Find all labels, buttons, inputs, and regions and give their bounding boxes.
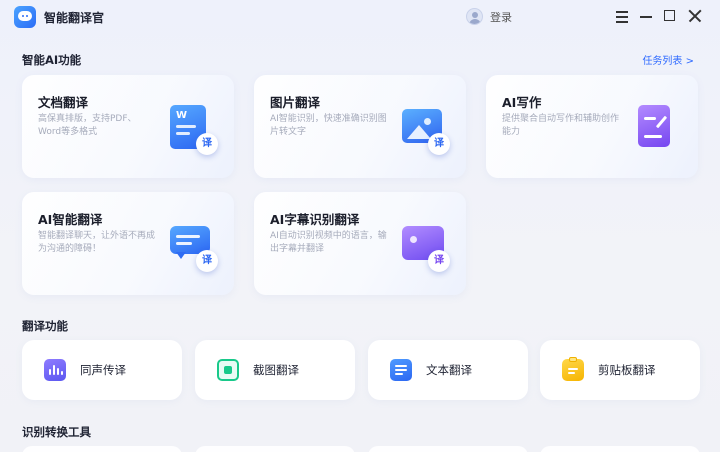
document-translate-icon: W 译 — [170, 105, 218, 155]
card-title: AI字幕识别翻译 — [270, 212, 360, 227]
card-image-translate[interactable]: 图片翻译 AI智能识别，快速准确识别图片转文字 译 — [254, 75, 466, 178]
translate-badge: 译 — [428, 250, 450, 272]
card-document-translate[interactable]: 文档翻译 高保真排版，支持PDF、Word等多格式 W 译 — [22, 75, 234, 178]
tool-label: 截图翻译 — [253, 363, 299, 377]
section-title-ai: 智能AI功能 — [22, 53, 82, 67]
convert-tool-card[interactable] — [22, 446, 182, 452]
card-desc: 高保真排版，支持PDF、Word等多格式 — [38, 114, 137, 137]
card-ai-subtitle-translate[interactable]: AI字幕识别翻译 AI自动识别视频中的语言，输出字幕并翻译 译 — [254, 192, 466, 295]
app-logo-icon — [14, 6, 36, 28]
tool-voice-interpret[interactable]: 同声传译 — [22, 340, 182, 400]
voice-interpret-icon — [44, 359, 66, 381]
tool-label: 剪贴板翻译 — [598, 363, 656, 377]
image-translate-icon: 译 — [402, 105, 450, 155]
card-title: AI写作 — [502, 95, 542, 110]
user-avatar-icon[interactable] — [466, 8, 483, 25]
section-title-translate: 翻译功能 — [22, 319, 68, 333]
card-title: 图片翻译 — [270, 95, 321, 110]
screenshot-translate-icon — [217, 359, 239, 381]
chat-translate-icon: 译 — [170, 222, 218, 272]
convert-tool-card[interactable] — [368, 446, 528, 452]
maximize-icon[interactable] — [661, 7, 679, 25]
tool-clipboard-translate[interactable]: 剪贴板翻译 — [540, 340, 700, 400]
convert-tool-card[interactable] — [195, 446, 355, 452]
card-title: 文档翻译 — [38, 95, 89, 110]
card-desc: AI智能识别，快速准确识别图片转文字 — [270, 114, 387, 137]
card-ai-writing[interactable]: AI写作 提供聚合自动写作和辅助创作能力 — [486, 75, 698, 178]
tool-screenshot-translate[interactable]: 截图翻译 — [195, 340, 355, 400]
app-title: 智能翻译官 — [44, 11, 105, 25]
word-letter: W — [176, 110, 188, 121]
section-title-convert: 识别转换工具 — [22, 425, 91, 439]
task-list-link[interactable]: 任务列表 > — [642, 52, 694, 67]
minimize-icon[interactable] — [637, 7, 655, 25]
text-translate-icon — [390, 359, 412, 381]
tool-text-translate[interactable]: 文本翻译 — [368, 340, 528, 400]
card-desc: AI自动识别视频中的语言，输出字幕并翻译 — [270, 231, 387, 254]
video-subtitle-icon: 译 — [402, 222, 450, 272]
ai-writing-icon — [634, 105, 682, 155]
card-ai-smart-translate[interactable]: AI智能翻译 智能翻译聊天，让外语不再成为沟通的障碍！ 译 — [22, 192, 234, 295]
close-icon[interactable] — [686, 7, 704, 25]
card-desc: 智能翻译聊天，让外语不再成为沟通的障碍！ — [38, 231, 156, 254]
title-bar: 智能翻译官 登录 — [0, 0, 720, 34]
translate-badge: 译 — [196, 133, 218, 155]
tool-label: 同声传译 — [80, 363, 126, 377]
translate-badge: 译 — [196, 250, 218, 272]
translate-badge: 译 — [428, 133, 450, 155]
tool-label: 文本翻译 — [426, 363, 472, 377]
convert-tool-card[interactable] — [540, 446, 700, 452]
card-desc: 提供聚合自动写作和辅助创作能力 — [502, 114, 620, 137]
login-button[interactable]: 登录 — [490, 9, 512, 25]
clipboard-translate-icon — [562, 357, 584, 381]
card-title: AI智能翻译 — [38, 212, 103, 227]
menu-icon[interactable] — [613, 7, 631, 25]
